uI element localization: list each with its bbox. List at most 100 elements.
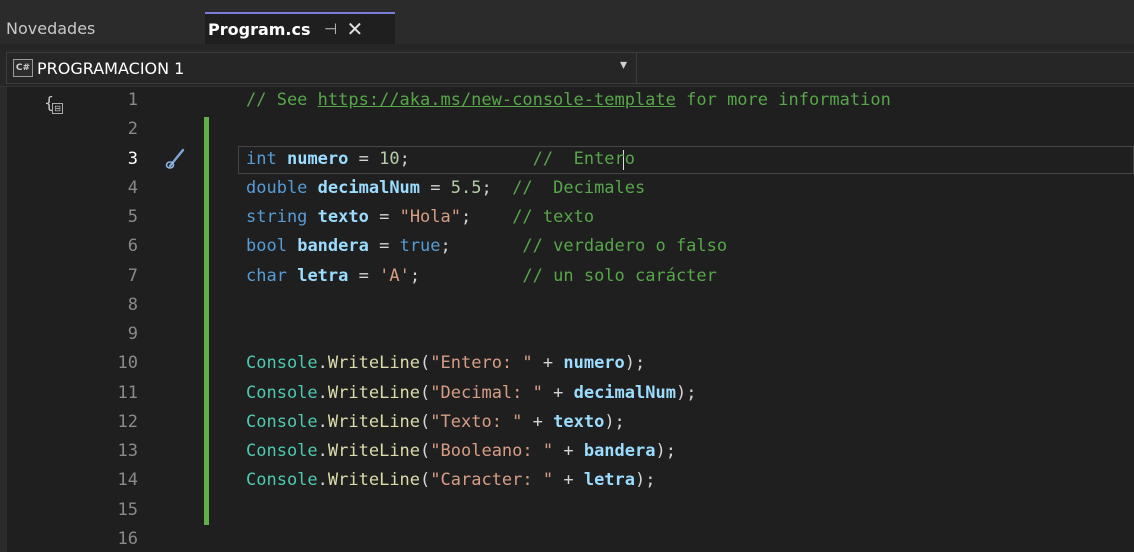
operator-token: = <box>348 149 380 169</box>
operator-token: = <box>368 236 400 256</box>
chevron-down-icon[interactable]: ▾ <box>620 57 627 73</box>
type-keyword-token: char <box>246 266 287 286</box>
member-dropdown[interactable] <box>636 52 1134 84</box>
variable-token: decimalNum <box>573 383 676 403</box>
operator-token: + <box>522 412 554 432</box>
string-token: "Decimal: " <box>430 383 543 403</box>
code-text: Console.WriteLine("Decimal: " + decimalN… <box>246 380 696 406</box>
punctuation-token: . <box>317 470 328 490</box>
string-token: "Caracter: " <box>430 470 554 490</box>
class-token: Console <box>246 412 318 432</box>
url-link[interactable]: https://aka.ms/new-console-template <box>318 90 676 110</box>
line-number: 15 <box>117 500 138 520</box>
code-line[interactable]: 1 // See https://aka.ms/new-console-templ… <box>0 87 1134 113</box>
code-text: bool bandera = true; // verdadero o fals… <box>246 233 727 259</box>
code-text: Console.WriteLine("Booleano: " + bandera… <box>246 438 676 464</box>
line-number: 11 <box>117 383 138 403</box>
operator-token: + <box>553 470 584 490</box>
line-number: 16 <box>117 529 138 549</box>
pin-icon[interactable]: ⊣ <box>323 20 339 38</box>
operator-token: + <box>553 441 584 461</box>
operator-token: = <box>368 207 400 227</box>
literal-token: "Hola" <box>399 207 461 227</box>
code-line[interactable]: 7 char letra = 'A'; // un solo carácter <box>0 263 1134 289</box>
class-token: Console <box>246 383 318 403</box>
comment-token: // un solo carácter <box>420 266 717 286</box>
csharp-project-icon: C# <box>13 59 33 77</box>
tab-novedades[interactable]: Novedades <box>0 12 205 44</box>
variable-token: decimalNum <box>317 178 421 198</box>
operator-token: = <box>348 266 380 286</box>
method-token: WriteLine <box>327 412 421 432</box>
code-line[interactable]: 15 <box>0 497 1134 523</box>
line-number: 13 <box>117 441 138 461</box>
comment-token: // verdadero o falso <box>450 236 728 256</box>
code-line[interactable]: 5 string texto = "Hola"; // texto <box>0 204 1134 230</box>
punctuation-token: . <box>317 441 328 461</box>
punctuation-token: . <box>317 412 328 432</box>
variable-token: numero <box>286 149 349 169</box>
code-line[interactable]: 12 Console.WriteLine("Texto: " + texto); <box>0 409 1134 435</box>
comment-token: // Decimales <box>491 178 646 198</box>
punctuation-token: ); <box>624 353 646 373</box>
operator-token: + <box>532 353 564 373</box>
line-number: 2 <box>127 119 138 139</box>
code-editor[interactable]: {⊟ 1// See https://aka.ms/new-console-te… <box>0 87 1134 552</box>
line-number: 3 <box>127 149 138 169</box>
method-token: WriteLine <box>327 383 421 403</box>
code-text: Console.WriteLine("Entero: " + numero); <box>246 350 645 376</box>
comment-token: for more information <box>675 90 891 110</box>
comment-token: // texto <box>471 207 595 227</box>
line-number: 5 <box>127 207 138 227</box>
project-dropdown[interactable]: C# PROGRAMACION 1 ▾ <box>6 52 638 84</box>
punctuation-token: ; <box>399 149 410 169</box>
punctuation-token: ( <box>420 441 431 461</box>
code-line[interactable]: 13 Console.WriteLine("Booleano: " + bande… <box>0 438 1134 464</box>
type-keyword-token: int <box>246 149 277 169</box>
code-line[interactable]: 2 <box>0 116 1134 142</box>
line-number: 7 <box>127 266 138 286</box>
type-keyword-token: string <box>246 207 308 227</box>
code-line[interactable]: 14 Console.WriteLine("Caracter: " + letra… <box>0 467 1134 493</box>
literal-token: 'A' <box>379 266 410 286</box>
code-line[interactable]: 6 bool bandera = true; // verdadero o fal… <box>0 233 1134 259</box>
comment-token: // Entero <box>409 149 636 169</box>
code-line[interactable]: 11 Console.WriteLine("Decimal: " + decima… <box>0 380 1134 406</box>
line-number: 4 <box>127 178 138 198</box>
type-keyword-token: double <box>246 178 308 198</box>
code-line[interactable]: 3 int numero = 10; // Entero <box>0 146 1134 172</box>
punctuation-token: ); <box>675 383 697 403</box>
line-number: 8 <box>127 295 138 315</box>
code-text: // See https://aka.ms/new-console-templa… <box>246 87 891 113</box>
tab-program-cs[interactable]: Program.cs ⊣ ✕ <box>205 12 395 44</box>
code-line[interactable]: 9 <box>0 321 1134 347</box>
code-line[interactable]: 10 Console.WriteLine("Entero: " + numero)… <box>0 350 1134 376</box>
line-number: 10 <box>117 353 138 373</box>
variable-token: texto <box>317 207 369 227</box>
method-token: WriteLine <box>327 353 421 373</box>
navigation-bar: C# PROGRAMACION 1 ▾ <box>0 44 1134 87</box>
class-token: Console <box>246 470 318 490</box>
code-line[interactable]: 8 <box>0 292 1134 318</box>
punctuation-token: ; <box>440 236 451 256</box>
punctuation-token: ( <box>420 470 431 490</box>
punctuation-token: ; <box>409 266 421 286</box>
variable-token: letra <box>583 470 636 490</box>
punctuation-token: ); <box>655 441 676 461</box>
close-icon[interactable]: ✕ <box>347 19 364 39</box>
line-number: 9 <box>127 324 138 344</box>
line-number: 14 <box>117 470 138 490</box>
line-number: 1 <box>127 90 138 110</box>
variable-token: bandera <box>583 441 656 461</box>
string-token: "Texto: " <box>430 412 523 432</box>
string-token: "Entero: " <box>430 353 533 373</box>
punctuation-token: ; <box>481 178 492 198</box>
punctuation-token: . <box>317 353 328 373</box>
code-line[interactable]: 16 <box>0 526 1134 552</box>
tab-label: Novedades <box>6 18 96 38</box>
class-token: Console <box>246 441 318 461</box>
code-line[interactable]: 4 double decimalNum = 5.5; // Decimales <box>0 175 1134 201</box>
